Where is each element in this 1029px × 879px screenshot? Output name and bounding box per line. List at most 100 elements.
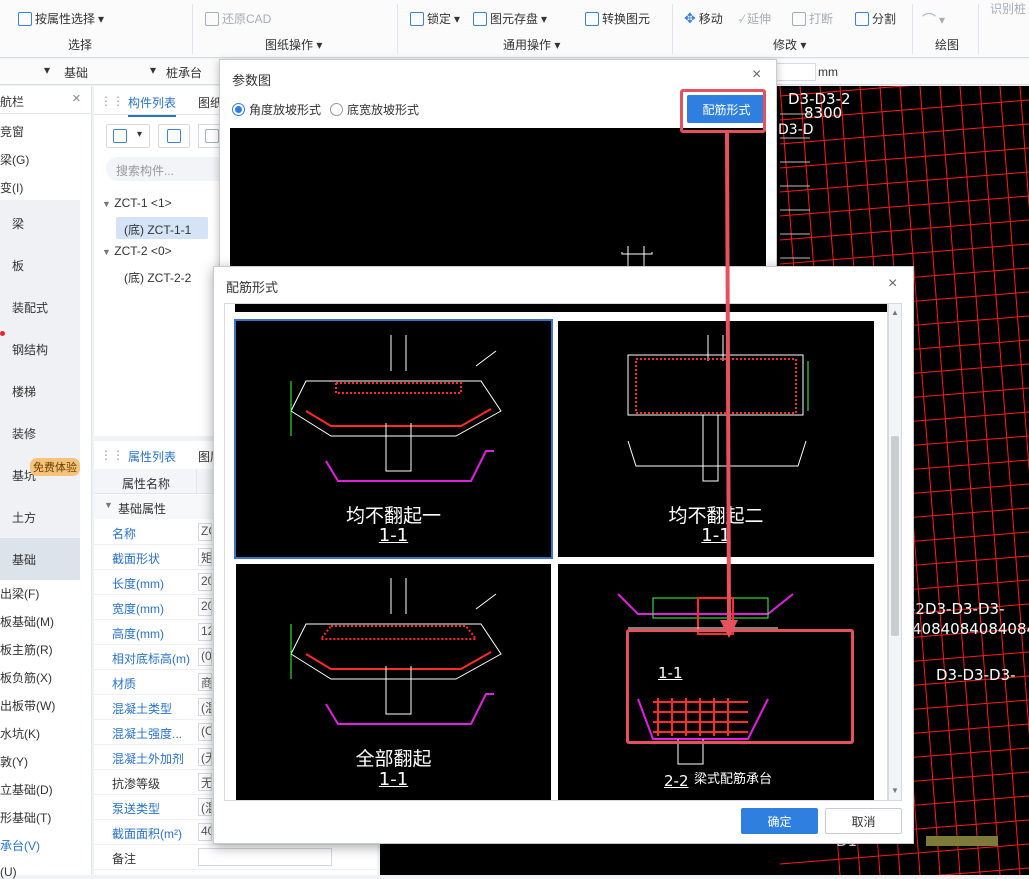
property-name: 截面形状	[112, 552, 161, 566]
drag-handle-icon[interactable]: ⋮⋮	[100, 94, 124, 108]
nav-item[interactable]: (U)	[0, 865, 17, 879]
property-name: 截面面积(m²)	[112, 827, 182, 841]
chevron-down-icon: ▾	[98, 11, 105, 26]
nav-category-decoration[interactable]: 装修	[12, 425, 36, 442]
nav-item[interactable]: 出梁(F)	[0, 585, 39, 602]
rebar-option-none-raised-2[interactable]: 均不翻起二 1-1	[558, 321, 874, 557]
nav-item[interactable]: 形基础(T)	[0, 809, 51, 826]
identify-pile-button[interactable]: 识别桩	[990, 0, 1026, 17]
nav-item[interactable]: 梁(G)	[0, 151, 29, 168]
nav-item[interactable]: 竞窗	[0, 123, 24, 140]
offset-input[interactable]	[776, 63, 816, 81]
drawing-stroke	[305, 408, 492, 427]
tree-leaf-zct1-1-selected[interactable]: (底) ZCT-1-1	[116, 217, 208, 239]
drawing-stroke	[290, 380, 502, 437]
tab-drawing[interactable]: 图纸	[198, 94, 219, 111]
extend-icon: -⁄	[738, 11, 744, 26]
radio-angle-slope[interactable]: 角度放坡形式	[232, 101, 321, 118]
property-value[interactable]: 商	[198, 673, 212, 691]
rebar-option-none-raised-1[interactable]: 均不翻起一 1-1	[234, 319, 553, 559]
property-value[interactable]: (0	[198, 648, 212, 666]
property-value[interactable]: 无	[198, 773, 212, 791]
property-value[interactable]	[198, 848, 332, 866]
scroll-down-icon[interactable]: ▼	[891, 786, 899, 795]
property-name: 抗渗等级	[112, 777, 161, 791]
property-value[interactable]: (无	[198, 748, 212, 766]
split-button[interactable]: 分割	[855, 10, 896, 27]
save-elements-button[interactable]: 图元存盘 ▾	[473, 10, 547, 27]
convert-icon	[585, 11, 599, 26]
property-value[interactable]: 12	[198, 623, 212, 641]
property-value[interactable]: 矩	[198, 548, 212, 566]
nav-item[interactable]: 板主筋(R)	[0, 641, 53, 658]
nav-item[interactable]: 水坑(K)	[0, 725, 40, 742]
property-value[interactable]: ZC	[198, 523, 212, 541]
convert-elements-button[interactable]: 转换图元	[585, 10, 650, 27]
rebar-option-section: 1-1	[701, 525, 731, 546]
ok-button[interactable]: 确定	[741, 808, 818, 834]
cad-grid-line	[779, 195, 1029, 217]
tree-node-zct2[interactable]: ▼ ZCT-2 <0>	[102, 244, 172, 258]
lock-button[interactable]: 锁定 ▾	[410, 10, 460, 27]
free-trial-badge: 免费体验	[30, 458, 80, 476]
tree-leaf-zct2-2[interactable]: (底) ZCT-2-2	[124, 269, 191, 286]
gallery-scrollbar[interactable]: ▲ ▼	[888, 303, 902, 801]
property-value[interactable]: (混	[198, 698, 212, 716]
drag-handle-icon[interactable]: ⋮⋮	[100, 448, 124, 462]
break-icon	[792, 11, 806, 26]
delete-component-button[interactable]	[198, 124, 219, 148]
new-component-button[interactable]: ▾	[106, 124, 150, 148]
rebar-option-name: 梁式配筋承台	[694, 772, 773, 787]
category-combo[interactable]: 基础 ▾	[58, 63, 158, 81]
scroll-up-icon[interactable]: ▲	[891, 308, 899, 317]
property-row[interactable]: 备注	[94, 845, 377, 870]
rebar-option-all-raised[interactable]: 全部翻起 1-1	[236, 564, 551, 800]
arc-draw-button[interactable]: ⌒ ▾	[922, 10, 945, 30]
caret-down-icon: ▼	[102, 247, 111, 257]
property-value[interactable]: (混	[198, 798, 212, 816]
nav-category-stairs[interactable]: 楼梯	[12, 383, 36, 400]
extend-button[interactable]: -⁄ 延伸	[738, 10, 771, 27]
nav-category-beam[interactable]: 梁	[12, 215, 24, 232]
list-icon	[18, 11, 32, 26]
close-icon[interactable]: ×	[888, 275, 897, 293]
copy-component-button[interactable]	[158, 124, 190, 148]
property-value[interactable]: 20	[198, 598, 212, 616]
nav-category-prefab[interactable]: 装配式	[12, 299, 48, 316]
select-by-attribute-button[interactable]: 按属性选择 ▾	[18, 10, 104, 27]
break-button[interactable]: 打断	[792, 10, 833, 27]
nav-item[interactable]: 板基础(M)	[0, 613, 54, 630]
tree-node-zct1[interactable]: ▼ ZCT-1 <1>	[102, 196, 172, 210]
chevron-down-icon: ▾	[43, 63, 50, 77]
save-icon	[473, 11, 487, 26]
divider	[978, 4, 979, 54]
chevron-down-icon: ▾	[137, 129, 143, 140]
property-value[interactable]: (C	[198, 723, 212, 741]
nav-category-steel[interactable]: 钢结构	[12, 341, 48, 358]
move-button[interactable]: ✥ 移动	[684, 10, 723, 27]
close-icon[interactable]: ×	[72, 90, 81, 107]
search-input[interactable]: 搜索构件...	[106, 157, 219, 181]
nav-category-earthwork[interactable]: 土方	[12, 509, 36, 526]
floor-combo[interactable]: ▾	[0, 63, 54, 81]
divider	[672, 4, 673, 54]
cancel-button[interactable]: 取消	[825, 808, 902, 834]
scrollbar-thumb[interactable]	[891, 436, 899, 636]
property-value[interactable]: 20	[198, 573, 212, 591]
tab-property-list[interactable]: 属性列表	[128, 448, 177, 471]
type-combo[interactable]: 桩承台	[160, 63, 218, 81]
nav-item[interactable]: 立基础(D)	[0, 781, 53, 798]
radio-width-slope[interactable]: 底宽放坡形式	[330, 101, 419, 118]
nav-item[interactable]: 出板带(W)	[0, 697, 55, 714]
rebar-option-section-2: 2-2	[664, 772, 689, 790]
nav-item[interactable]: 变(I)	[0, 179, 23, 196]
restore-cad-button[interactable]: 还原CAD	[205, 10, 271, 27]
rebar-option-name: 均不翻起二	[668, 505, 764, 527]
nav-category-slab[interactable]: 板	[12, 257, 24, 274]
nav-item[interactable]: 敦(Y)	[0, 753, 28, 770]
nav-item[interactable]: 板负筋(X)	[0, 669, 52, 686]
property-value[interactable]: 40	[198, 823, 212, 841]
close-icon[interactable]: ×	[752, 66, 761, 84]
nav-item-pile-cap-selected[interactable]: 承台(V)	[0, 837, 40, 854]
nav-category-foundation-selected[interactable]: 基础	[0, 538, 80, 580]
